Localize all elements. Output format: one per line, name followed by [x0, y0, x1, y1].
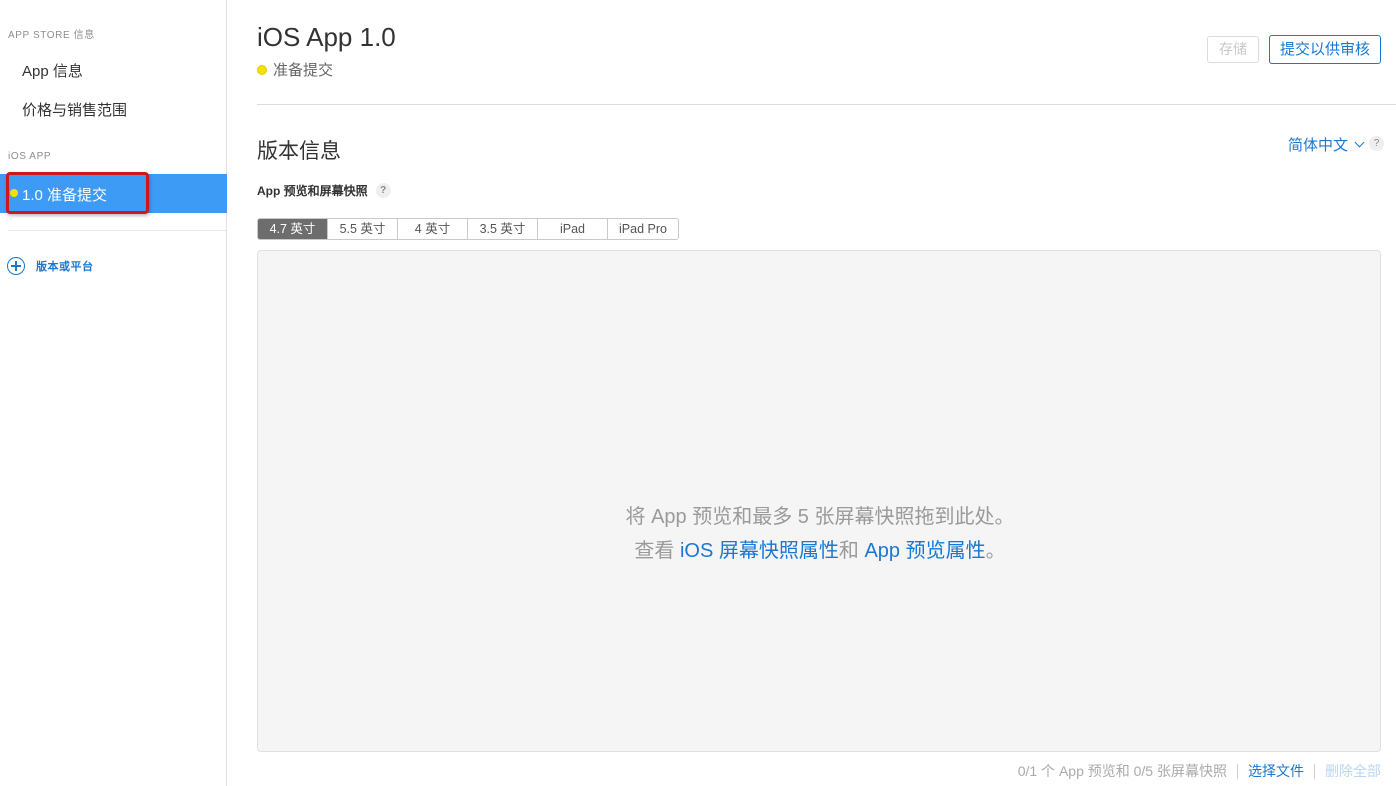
sidebar-divider: [8, 230, 227, 231]
drop-instructions: 将 App 预览和最多 5 张屏幕快照拖到此处。: [625, 506, 1015, 528]
screenshot-drop-zone[interactable]: 将 App 预览和最多 5 张屏幕快照拖到此处。 查看 iOS 屏幕快照属性和 …: [257, 250, 1381, 752]
sidebar: APP STORE 信息 App 信息 价格与销售范围 iOS APP 1.0 …: [0, 0, 227, 786]
device-size-tabs: 4.7 英寸 5.5 英寸 4 英寸 3.5 英寸 iPad iPad Pro: [257, 218, 679, 240]
divider: [1314, 763, 1315, 779]
choose-file-link[interactable]: 选择文件: [1248, 761, 1304, 781]
help-icon[interactable]: ?: [375, 183, 391, 198]
tab-3-5-inch[interactable]: 3.5 英寸: [468, 219, 538, 239]
status-dot-icon: [10, 189, 18, 197]
tab-ipad[interactable]: iPad: [538, 219, 608, 239]
preview-section-label: App 预览和屏幕快照 ?: [257, 182, 391, 199]
header-divider: [257, 104, 1396, 105]
app-preview-attributes-link[interactable]: App 预览属性: [864, 540, 985, 562]
sidebar-item-app-info[interactable]: App 信息: [22, 60, 83, 81]
tab-4-inch[interactable]: 4 英寸: [398, 219, 468, 239]
status-text: 准备提交: [273, 62, 334, 79]
page-title: iOS App 1.0: [257, 22, 396, 52]
submit-for-review-button[interactable]: 提交以供审核: [1269, 35, 1381, 64]
attributes-line: 查看 iOS 屏幕快照属性和 App 预览属性。: [258, 534, 1382, 563]
sidebar-section-appstore: APP STORE 信息: [8, 30, 95, 41]
add-version-label: 版本或平台: [36, 261, 94, 273]
plus-circle-icon: [7, 257, 25, 275]
sidebar-item-version-label: 1.0 准备提交: [22, 187, 108, 204]
add-version-platform-button[interactable]: 版本或平台: [7, 257, 94, 275]
divider: [1237, 763, 1238, 779]
chevron-down-icon: [1354, 137, 1365, 148]
status-dot-icon: [257, 64, 267, 75]
sidebar-section-ios: iOS APP: [8, 151, 52, 162]
and-text: 和: [838, 540, 859, 562]
save-button[interactable]: 存储: [1207, 36, 1259, 63]
upload-footer: 0/1 个 App 预览和 0/5 张屏幕快照 选择文件 删除全部: [1018, 761, 1381, 781]
period-text: 。: [985, 540, 1006, 562]
section-title: 版本信息: [257, 140, 341, 163]
media-count: 0/1 个 App 预览和 0/5 张屏幕快照: [1017, 763, 1227, 779]
language-label: 简体中文: [1288, 137, 1349, 154]
sidebar-item-pricing[interactable]: 价格与销售范围: [22, 99, 127, 120]
tab-5-5-inch[interactable]: 5.5 英寸: [328, 219, 398, 239]
tab-ipad-pro[interactable]: iPad Pro: [608, 219, 678, 239]
see-prefix: 查看: [634, 540, 675, 562]
help-icon[interactable]: ?: [1369, 136, 1384, 151]
language-selector[interactable]: 简体中文: [1288, 134, 1365, 155]
ios-screenshot-attributes-link[interactable]: iOS 屏幕快照属性: [680, 540, 839, 562]
status-indicator: 准备提交: [257, 59, 333, 80]
delete-all-link[interactable]: 删除全部: [1325, 761, 1381, 781]
preview-label-text: App 预览和屏幕快照: [257, 184, 368, 198]
tab-4-7-inch[interactable]: 4.7 英寸: [258, 219, 328, 239]
